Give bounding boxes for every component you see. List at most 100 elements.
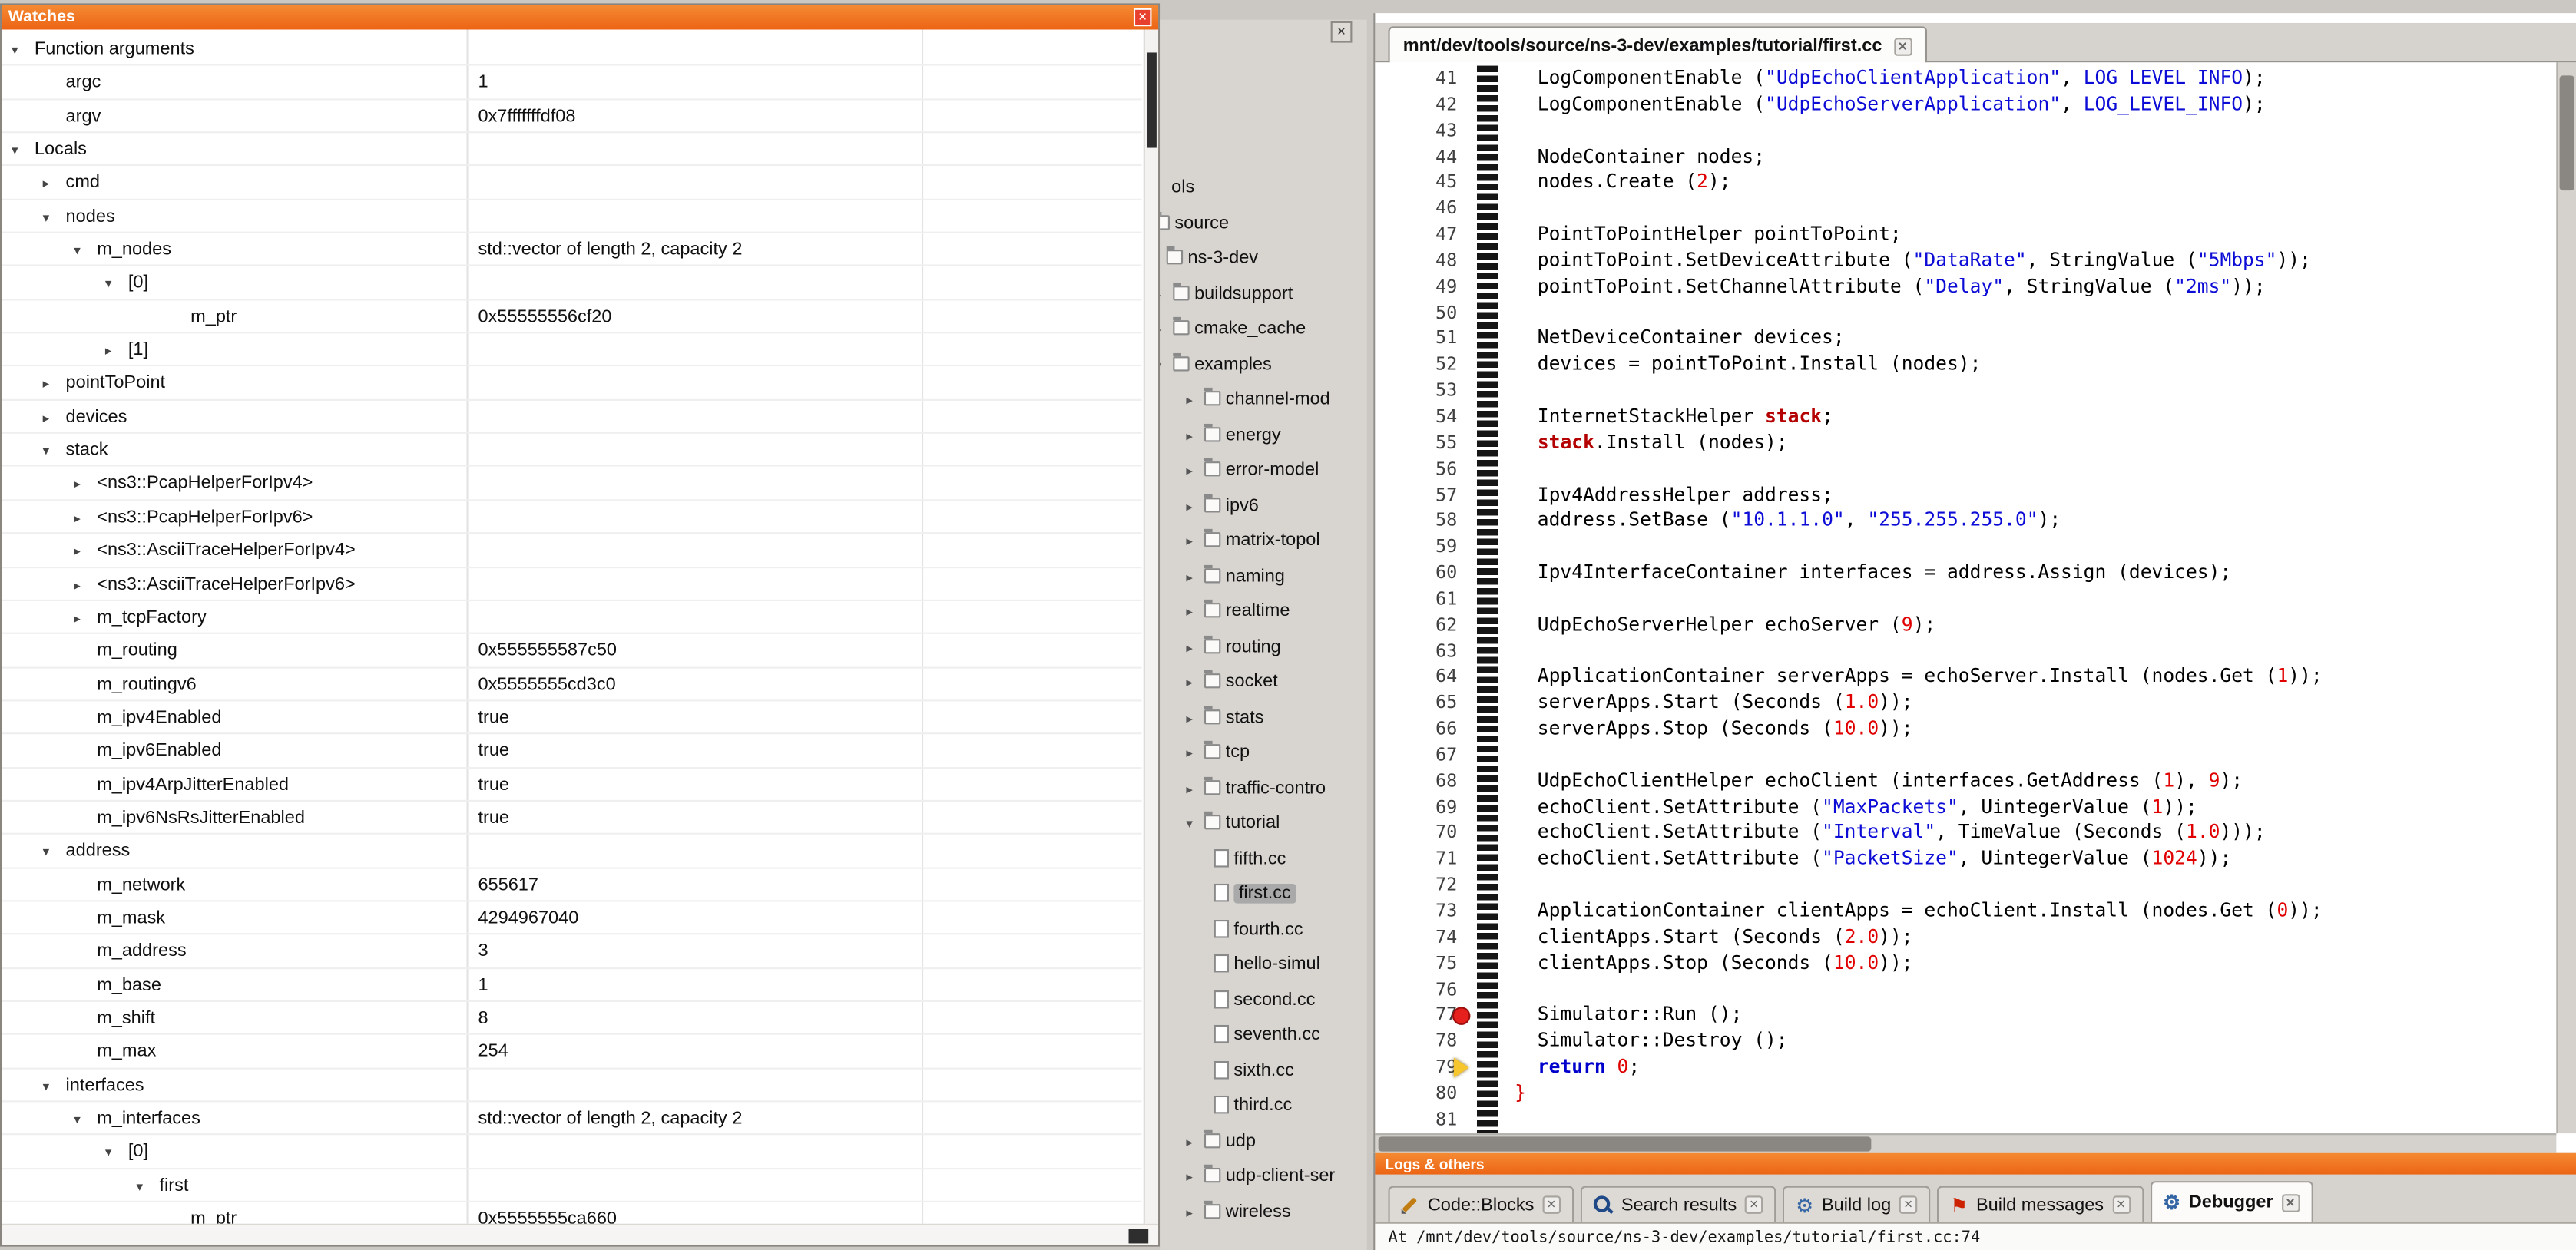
watches-vertical-scrollbar[interactable] [1144,30,1158,1224]
log-tab-debugger[interactable]: ⚙Debugger× [2150,1181,2313,1222]
scrollbar-thumb[interactable] [1379,1136,1872,1151]
watch-row-argc[interactable]: argc1 [2,66,1141,100]
watch-row-first[interactable]: ▾first [2,1169,1141,1203]
tree-item-ipv6[interactable]: ▸ipv6 [1186,488,1366,524]
expand-chevron-icon[interactable]: ▸ [1186,453,1204,488]
expand-chevron-icon[interactable]: ▸ [105,336,128,365]
tree-item-hello-simul[interactable]: hello-simul [1214,947,1367,983]
close-pane-icon[interactable]: × [1331,21,1353,43]
tree-item-cmake-cache[interactable]: ▸cmake_cache [1160,312,1367,347]
expand-chevron-icon[interactable]: ▸ [1186,382,1204,418]
log-tab-build-messages[interactable]: ⚑Build messages× [1937,1186,2143,1222]
watch-row-locals[interactable]: ▾Locals [2,133,1141,167]
watch-row-m-ptr[interactable]: m_ptr0x55555556cf20 [2,300,1141,334]
collapse-chevron-icon[interactable]: ▾ [43,836,66,866]
expand-chevron-icon[interactable]: ▸ [74,603,97,633]
tree-item-routing[interactable]: ▸routing [1186,630,1366,665]
expand-chevron-icon[interactable]: ▸ [43,168,66,198]
watch-row-m-ipv6nsrsjitterenabled[interactable]: m_ipv6NsRsJitterEnabledtrue [2,802,1141,835]
watch-row-nodes[interactable]: ▾nodes [2,200,1141,233]
expand-chevron-icon[interactable]: ▸ [1186,418,1204,453]
expand-chevron-icon[interactable]: ▸ [1186,594,1204,630]
collapse-chevron-icon[interactable]: ▾ [1160,347,1173,382]
tree-item-error-model[interactable]: ▸error-model [1186,453,1366,488]
collapse-chevron-icon[interactable]: ▾ [43,202,66,232]
watch-row-m-ipv6enabled[interactable]: m_ipv6Enabledtrue [2,735,1141,769]
watch-row-m-shift[interactable]: m_shift8 [2,1002,1141,1036]
watch-row-ns3-pcaphelperforipv4[interactable]: ▸<ns3::PcapHelperForIpv4> [2,468,1141,501]
watch-row-address[interactable]: ▾address [2,835,1141,868]
tree-item-wireless[interactable]: ▸wireless [1186,1195,1366,1230]
expand-chevron-icon[interactable]: ▸ [74,502,97,532]
logs-titlebar[interactable]: Logs & others [1375,1153,2576,1175]
expand-chevron-icon[interactable]: ▸ [1186,1195,1204,1230]
tree-item-third-cc[interactable]: third.cc [1214,1089,1367,1124]
tree-item-buildsupport[interactable]: ▸buildsupport [1160,276,1367,312]
watch-row-stack[interactable]: ▾stack [2,434,1141,468]
expand-chevron-icon[interactable]: ▸ [1186,630,1204,665]
expand-chevron-icon[interactable]: ▸ [1186,736,1204,771]
expand-chevron-icon[interactable]: ▸ [1186,665,1204,700]
expand-chevron-icon[interactable]: ▸ [1186,1124,1204,1159]
collapse-chevron-icon[interactable]: ▾ [43,1070,66,1100]
tree-item-traffic-contro[interactable]: ▸traffic-contro [1186,771,1366,806]
line-number-gutter[interactable]: 4142434445464748495051525354555657585960… [1375,66,1470,1134]
watch-row-m-mask[interactable]: m_mask4294967040 [2,901,1141,935]
scrollbar-thumb[interactable] [2560,75,2574,190]
expand-chevron-icon[interactable]: ▸ [1186,700,1204,736]
watch-row-m-address[interactable]: m_address3 [2,935,1141,969]
tree-item-fourth-cc[interactable]: fourth.cc [1214,912,1367,947]
editor-horizontal-scrollbar[interactable] [1375,1133,2556,1153]
expand-chevron-icon[interactable]: ▸ [1160,276,1173,312]
tree-item-realtime[interactable]: ▸realtime [1186,594,1366,630]
close-tab-icon[interactable]: × [2281,1193,2300,1212]
log-tab-build-log[interactable]: ⚙Build log× [1783,1186,1930,1222]
watch-row-m-tcpfactory[interactable]: ▸m_tcpFactory [2,601,1141,635]
watch-row-0[interactable]: ▾[0] [2,266,1141,300]
collapse-chevron-icon[interactable]: ▾ [105,269,128,299]
expand-chevron-icon[interactable]: ▸ [43,402,66,432]
watch-row-interfaces[interactable]: ▾interfaces [2,1069,1141,1103]
editor-vertical-scrollbar[interactable] [2556,62,2576,1133]
collapse-chevron-icon[interactable]: ▾ [43,435,66,465]
close-tab-icon[interactable]: × [2112,1195,2131,1214]
expand-chevron-icon[interactable]: ▸ [1186,488,1204,524]
close-tab-icon[interactable]: × [1899,1195,1918,1214]
editor-tab-first-cc[interactable]: mnt/dev/tools/source/ns-3-dev/examples/t… [1388,26,1926,64]
tree-item-fifth-cc[interactable]: fifth.cc [1214,842,1367,877]
expand-chevron-icon[interactable]: ▸ [43,369,66,398]
code-editor[interactable]: 4142434445464748495051525354555657585960… [1375,62,2556,1133]
tree-item-tcp[interactable]: ▸tcp [1186,736,1366,771]
watch-row-m-ipv4arpjitterenabled[interactable]: m_ipv4ArpJitterEnabledtrue [2,768,1141,802]
log-tab-code-blocks[interactable]: Code::Blocks× [1388,1186,1573,1222]
tree-item-matrix-topol[interactable]: ▸matrix-topol [1186,524,1366,559]
tree-item-source[interactable]: source [1160,206,1367,241]
collapse-chevron-icon[interactable]: ▾ [12,134,35,164]
tree-item-tutorial[interactable]: ▾tutorial [1186,806,1366,842]
watch-row-devices[interactable]: ▸devices [2,401,1141,435]
watch-row-m-max[interactable]: m_max254 [2,1035,1141,1069]
code-area[interactable]: LogComponentEnable ("UdpEchoClientApplic… [1498,66,2557,1134]
close-tab-icon[interactable]: × [1542,1195,1561,1214]
watch-row-pointtopoint[interactable]: ▸pointToPoint [2,367,1141,401]
expand-chevron-icon[interactable]: ▸ [74,536,97,566]
watch-row-ns3-asciitracehelperforipv4[interactable]: ▸<ns3::AsciiTraceHelperForIpv4> [2,534,1141,568]
close-tab-icon[interactable]: × [1745,1195,1763,1214]
log-tab-search-results[interactable]: Search results× [1580,1186,1776,1222]
expand-chevron-icon[interactable]: ▸ [1186,559,1204,594]
collapse-chevron-icon[interactable]: ▾ [105,1137,128,1167]
expand-chevron-icon[interactable]: ▸ [1186,771,1204,806]
tree-item-stats[interactable]: ▸stats [1186,700,1366,736]
tree-item-socket[interactable]: ▸socket [1186,665,1366,700]
watch-row-m-base[interactable]: m_base1 [2,968,1141,1002]
watch-row-m-nodes[interactable]: ▾m_nodesstd::vector of length 2, capacit… [2,233,1141,267]
tree-item-ols[interactable]: ols [1171,170,1367,206]
expand-chevron-icon[interactable]: ▸ [74,469,97,499]
watch-row-m-routing[interactable]: m_routing0x555555587c50 [2,634,1141,668]
watch-row-m-ipv4enabled[interactable]: m_ipv4Enabledtrue [2,701,1141,735]
watch-row-m-network[interactable]: m_network655617 [2,868,1141,902]
watch-row-function-arguments[interactable]: ▾Function arguments [2,33,1141,67]
tree-item-examples[interactable]: ▾examples [1160,347,1367,382]
collapse-chevron-icon[interactable]: ▾ [74,235,97,265]
collapse-chevron-icon[interactable]: ▾ [74,1104,97,1134]
